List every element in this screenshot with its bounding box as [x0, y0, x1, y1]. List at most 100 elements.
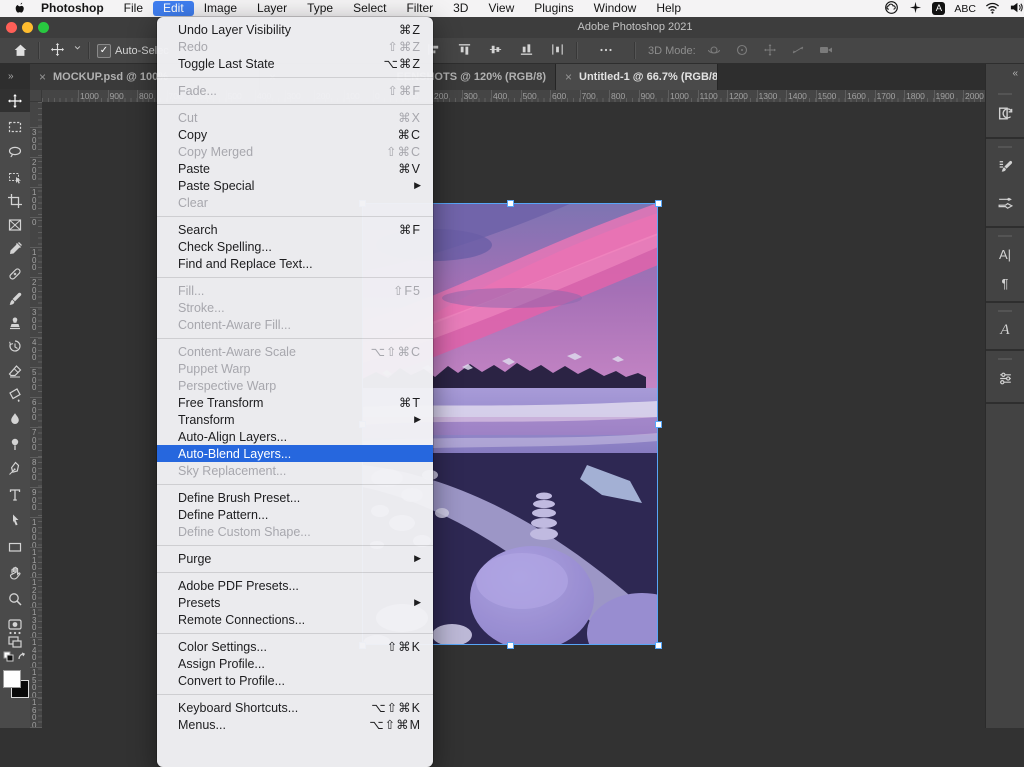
apple-menu-icon[interactable]	[14, 2, 27, 15]
menu-item-keyboard-shortcuts[interactable]: Keyboard Shortcuts...⌥⇧⌘K	[157, 699, 433, 716]
type-tool[interactable]	[0, 483, 30, 506]
menu-item-puppet-warp[interactable]: Puppet Warp	[157, 360, 433, 377]
tab-untitled-1[interactable]: ×Untitled-1 @ 66.7% (RGB/8) *	[556, 64, 718, 90]
history-panel-icon[interactable]	[997, 105, 1014, 127]
frame-tool[interactable]	[0, 213, 30, 236]
chevron-down-icon[interactable]	[72, 42, 83, 53]
object-selection-tool[interactable]	[0, 165, 30, 188]
menu-item-stroke[interactable]: Stroke...	[157, 299, 433, 316]
menubar-item-edit[interactable]: Edit	[153, 1, 194, 16]
align-top-icon[interactable]	[457, 42, 472, 62]
keyboard-brightness-icon[interactable]	[908, 0, 923, 18]
blur-tool[interactable]	[0, 407, 30, 430]
menu-item-auto-blend-layers[interactable]: Auto-Blend Layers...	[157, 445, 433, 462]
glyphs-panel-icon[interactable]: A	[1000, 322, 1009, 339]
home-icon[interactable]	[12, 42, 29, 59]
foreground-color-swatch[interactable]	[3, 670, 21, 688]
dodge-tool[interactable]	[0, 432, 30, 455]
menu-item-assign-profile[interactable]: Assign Profile...	[157, 655, 433, 672]
transform-handle[interactable]	[507, 642, 514, 649]
align-bottom-icon[interactable]	[519, 42, 534, 62]
character-panel-icon[interactable]: A|	[999, 247, 1011, 262]
menu-item-define-pattern[interactable]: Define Pattern...	[157, 506, 433, 523]
menu-item-content-aware-fill[interactable]: Content-Aware Fill...	[157, 316, 433, 333]
menu-item-copy[interactable]: Copy⌘C	[157, 126, 433, 143]
menu-item-cut[interactable]: Cut⌘X	[157, 109, 433, 126]
distribute-icon[interactable]	[550, 42, 565, 62]
transform-handle[interactable]	[655, 421, 662, 428]
menu-item-sky-replacement[interactable]: Sky Replacement...	[157, 462, 433, 479]
volume-icon[interactable]	[1009, 0, 1024, 18]
transform-handle[interactable]	[655, 200, 662, 207]
tab-close-icon[interactable]: ×	[565, 70, 572, 84]
vertical-ruler[interactable]: 3 0 02 0 01 0 001 0 02 0 03 0 04 0 05 0 …	[30, 102, 42, 728]
menu-item-fade[interactable]: Fade...⇧⌘F	[157, 82, 433, 99]
menu-item-paste[interactable]: Paste⌘V	[157, 160, 433, 177]
menu-item-find-and-replace-text[interactable]: Find and Replace Text...	[157, 255, 433, 272]
clone-stamp-tool[interactable]	[0, 311, 30, 334]
menubar-item-type[interactable]: Type	[297, 1, 343, 16]
hand-tool[interactable]	[0, 561, 30, 584]
collapse-panels-icon[interactable]: «	[1012, 68, 1017, 79]
transform-handle[interactable]	[655, 642, 662, 649]
menubar-item-help[interactable]: Help	[646, 1, 691, 16]
menubar-item-3d[interactable]: 3D	[443, 1, 478, 16]
screen-mode-button[interactable]	[0, 630, 30, 653]
crop-tool[interactable]	[0, 189, 30, 212]
path-selection-tool[interactable]	[0, 509, 30, 532]
brush-settings-panel-icon[interactable]	[997, 158, 1014, 180]
brushes-panel-icon[interactable]	[997, 194, 1014, 216]
menu-item-redo[interactable]: Redo⇧⌘Z	[157, 38, 433, 55]
menu-item-toggle-last-state[interactable]: Toggle Last State⌥⌘Z	[157, 55, 433, 72]
menu-item-remote-connections[interactable]: Remote Connections...	[157, 611, 433, 628]
auto-select-checkbox[interactable]: ✓	[97, 44, 111, 58]
menu-item-undo-layer-visibility[interactable]: Undo Layer Visibility⌘Z	[157, 21, 433, 38]
transform-handle[interactable]	[507, 200, 514, 207]
move-tool-preset-icon[interactable]	[50, 42, 65, 57]
menu-item-perspective-warp[interactable]: Perspective Warp	[157, 377, 433, 394]
brush-tool[interactable]	[0, 287, 30, 310]
menubar-item-layer[interactable]: Layer	[247, 1, 297, 16]
rectangle-tool[interactable]	[0, 535, 30, 558]
properties-panel-icon[interactable]	[997, 370, 1014, 392]
pen-tool[interactable]	[0, 457, 30, 480]
menu-item-auto-align-layers[interactable]: Auto-Align Layers...	[157, 428, 433, 445]
menu-item-free-transform[interactable]: Free Transform⌘T	[157, 394, 433, 411]
minimize-window-button[interactable]	[22, 22, 33, 33]
menubar-item-filter[interactable]: Filter	[396, 1, 443, 16]
menu-item-adobe-pdf-presets[interactable]: Adobe PDF Presets...	[157, 577, 433, 594]
creative-cloud-icon[interactable]	[884, 0, 899, 18]
menubar-item-select[interactable]: Select	[343, 1, 396, 16]
menu-item-define-custom-shape[interactable]: Define Custom Shape...	[157, 523, 433, 540]
zoom-tool[interactable]	[0, 587, 30, 610]
spot-healing-brush-tool[interactable]	[0, 262, 30, 285]
input-source-icon[interactable]: A	[932, 2, 945, 15]
rectangular-marquee-tool[interactable]	[0, 115, 30, 138]
menubar-item-window[interactable]: Window	[584, 1, 647, 16]
zoom-window-button[interactable]	[38, 22, 49, 33]
menu-item-check-spelling[interactable]: Check Spelling...	[157, 238, 433, 255]
menu-item-clear[interactable]: Clear	[157, 194, 433, 211]
more-options-ellipsis-icon[interactable]	[598, 42, 614, 58]
menu-item-search[interactable]: Search⌘F	[157, 221, 433, 238]
close-window-button[interactable]	[6, 22, 17, 33]
menubar-item-view[interactable]: View	[478, 1, 524, 16]
menu-item-content-aware-scale[interactable]: Content-Aware Scale⌥⇧⌘C	[157, 343, 433, 360]
menu-item-color-settings[interactable]: Color Settings...⇧⌘K	[157, 638, 433, 655]
menu-item-fill[interactable]: Fill...⇧F5	[157, 282, 433, 299]
menu-item-presets[interactable]: Presets▶	[157, 594, 433, 611]
menu-item-copy-merged[interactable]: Copy Merged⇧⌘C	[157, 143, 433, 160]
menubar-item-file[interactable]: File	[114, 1, 153, 16]
gradient-tool[interactable]	[0, 383, 30, 406]
menubar-item-plugins[interactable]: Plugins	[524, 1, 583, 16]
align-centers-icon[interactable]	[488, 42, 503, 62]
menubar-item-photoshop[interactable]: Photoshop	[31, 1, 114, 16]
menu-item-paste-special[interactable]: Paste Special▶	[157, 177, 433, 194]
tab-close-icon[interactable]: ×	[39, 70, 46, 84]
menu-item-purge[interactable]: Purge▶	[157, 550, 433, 567]
history-brush-tool[interactable]	[0, 335, 30, 358]
menu-item-convert-to-profile[interactable]: Convert to Profile...	[157, 672, 433, 689]
menu-item-menus[interactable]: Menus...⌥⇧⌘M	[157, 716, 433, 733]
tab-overflow-left-icon[interactable]: »	[8, 71, 13, 82]
lasso-tool[interactable]	[0, 140, 30, 163]
